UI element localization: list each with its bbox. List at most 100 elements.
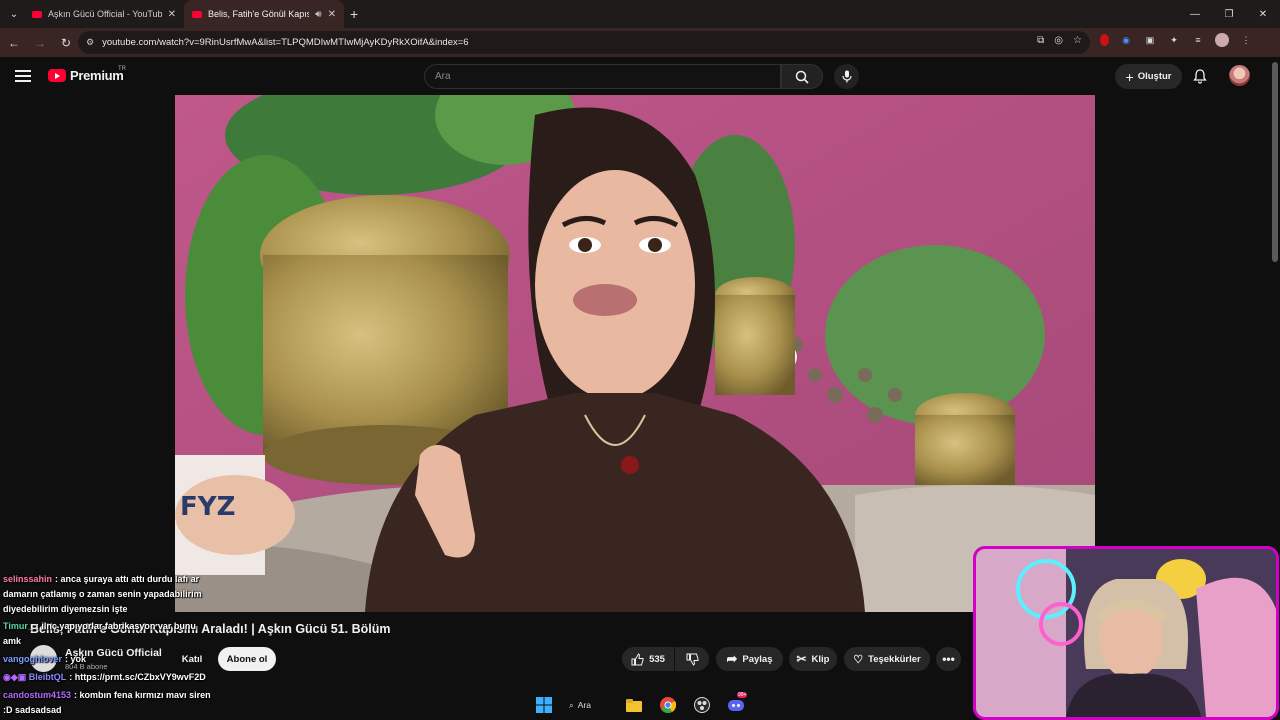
taskbar-search-label: Ara [577, 700, 591, 710]
search-input[interactable]: Ara [424, 64, 781, 89]
chat-line: ◉◆▣ BleibtQL: https://prnt.sc/CZbxVY9wvF… [3, 670, 206, 685]
like-button[interactable]: 535 [622, 647, 674, 671]
bookmark-star-icon[interactable]: ☆ [1073, 35, 1082, 46]
chat-text: amk [3, 636, 22, 646]
thumbs-down-icon [686, 653, 698, 666]
extension-icons: ◉ ▣ ✦ ≡ ⋮ [1100, 33, 1253, 47]
discord-icon[interactable]: 99+ [727, 692, 748, 714]
windows-start-icon[interactable] [535, 696, 553, 714]
url-text: youtube.com/watch?v=9RinUsrfMwA&list=TLP… [102, 37, 469, 48]
site-info-icon[interactable]: ⚙ [86, 37, 94, 48]
chrome-icon[interactable] [659, 696, 677, 714]
chat-text: damarın çatlamış o zaman senin yapadabil… [3, 589, 202, 599]
windows-taskbar: ⌕ Ara 99+ [0, 690, 1280, 720]
youtube-header: Premium TR Ara + Oluştur [0, 57, 1280, 96]
browser-tab-bar: ⌄ Aşkın Gücü Official - YouTube ✕ Belis,… [0, 0, 1280, 28]
chat-text: : https://prnt.sc/CZbxVY9wvF2D [69, 672, 206, 682]
youtube-play-icon [48, 69, 66, 82]
more-actions-button[interactable]: ••• [936, 647, 961, 671]
like-count: 535 [649, 653, 665, 665]
chat-text: : yok [65, 654, 87, 664]
omnibox-actions: ⧉ ◎ ☆ [1037, 35, 1082, 46]
red-extension-icon[interactable] [1100, 34, 1109, 46]
chat-line: diyedebilirim diyemezsin işte [3, 602, 128, 617]
audio-extension-icon[interactable]: ◉ [1119, 33, 1133, 47]
chat-user: selinssahin [3, 574, 53, 584]
share-arrow-icon: ➦ [726, 651, 738, 666]
share-label: Paylaş [742, 653, 773, 665]
url-field[interactable]: ⚙ youtube.com/watch?v=9RinUsrfMwA&list=T… [78, 31, 1090, 54]
microphone-icon [841, 70, 852, 83]
shield-extension-icon[interactable]: ▣ [1143, 33, 1157, 47]
chat-text: : anca şuraya attı attı durdu lafı ar [55, 574, 200, 584]
chat-line: Timur_: ilnç yapıyorlar fabrikasyon var … [3, 619, 196, 634]
notification-badge: 99+ [737, 692, 748, 698]
forward-arrow-icon[interactable]: → [28, 31, 52, 55]
minimize-icon[interactable]: — [1178, 0, 1212, 28]
back-arrow-icon[interactable]: ← [2, 31, 26, 55]
scissors-icon: ✂ [796, 652, 807, 666]
eye-slash-icon[interactable]: ◎ [1054, 35, 1063, 46]
dislike-button[interactable] [675, 647, 709, 671]
reading-list-icon[interactable]: ≡ [1191, 33, 1205, 47]
thanks-button[interactable]: ♡ Teşekkürler [844, 647, 930, 671]
chat-text: diyedebilirim diyemezsin işte [3, 604, 128, 614]
create-button[interactable]: + Oluştur [1115, 64, 1182, 89]
thumbs-up-icon [631, 652, 644, 665]
chat-line: vangoghlover: yok [3, 652, 86, 667]
tab-list-chevron-icon[interactable]: ⌄ [4, 4, 24, 24]
heart-dollar-icon: ♡ [853, 653, 864, 666]
taskbar-search[interactable]: ⌕ Ara [569, 700, 609, 711]
tab-title: Aşkın Gücü Official - YouTube [48, 9, 162, 19]
subscribe-button[interactable]: Abone ol [218, 647, 276, 671]
chat-user: BleibtQL [28, 672, 67, 682]
profile-avatar-icon[interactable] [1215, 33, 1229, 47]
cast-icon[interactable]: ⧉ [1037, 35, 1044, 46]
join-button[interactable]: Katıl [173, 647, 211, 671]
youtube-premium-logo[interactable]: Premium TR [48, 66, 126, 83]
tab-title: Belis, Fatih'e Gönül Kapısını [208, 9, 310, 19]
thanks-label: Teşekkürler [868, 653, 921, 665]
reload-icon[interactable]: ↻ [54, 31, 78, 55]
puzzle-icon[interactable]: ✦ [1167, 33, 1181, 47]
obs-icon[interactable] [693, 696, 711, 714]
address-bar-row: ← → ↻ ⚙ youtube.com/watch?v=9RinUsrfMwA&… [0, 28, 1280, 57]
svg-text:FYZ: FYZ [180, 492, 235, 522]
search-button[interactable] [781, 64, 823, 89]
voice-search-button[interactable] [834, 64, 859, 89]
close-tab-icon[interactable]: ✕ [328, 9, 336, 20]
close-tab-icon[interactable]: ✕ [168, 9, 176, 20]
browser-tab[interactable]: Aşkın Gücü Official - YouTube ✕ [24, 0, 184, 28]
new-tab-button[interactable]: + [350, 6, 358, 22]
close-window-icon[interactable]: ✕ [1246, 0, 1280, 28]
kebab-menu-icon[interactable]: ⋮ [1239, 33, 1253, 47]
logo-text: Premium [70, 68, 124, 83]
search-icon: ⌕ [569, 699, 574, 710]
join-label: Katıl [181, 653, 203, 665]
chat-user: Timur_ [3, 621, 33, 631]
file-explorer-icon[interactable] [625, 696, 643, 714]
notifications-bell-icon[interactable] [1191, 67, 1209, 85]
plus-icon: + [1125, 68, 1134, 85]
user-avatar[interactable] [1229, 65, 1250, 86]
youtube-favicon-icon [32, 10, 42, 18]
restore-icon[interactable]: ❐ [1212, 0, 1246, 28]
share-button[interactable]: ➦ Paylaş [716, 647, 783, 671]
page-scrollbar[interactable] [1272, 62, 1278, 262]
search-icon [795, 70, 809, 84]
chat-badge-icons: ◉◆▣ [3, 672, 29, 682]
video-player[interactable]: FYZ [175, 95, 1095, 612]
chat-text: : ilnç yapıyorlar fabrikasyon var bunu [35, 621, 196, 631]
more-horiz-icon: ••• [942, 652, 955, 666]
chat-line: amk [3, 634, 21, 649]
speaker-icon[interactable]: 🔊︎ [315, 9, 321, 20]
browser-tab-active[interactable]: Belis, Fatih'e Gönül Kapısını 🔊︎ ✕ [184, 0, 344, 28]
subscribe-label: Abone ol [226, 653, 268, 665]
clip-button[interactable]: ✂ Klip [789, 647, 837, 671]
chat-user: vangoghlover [3, 654, 63, 664]
youtube-favicon-icon [192, 10, 202, 18]
window-controls: — ❐ ✕ [1178, 0, 1280, 28]
create-label: Oluştur [1137, 71, 1172, 82]
hamburger-menu-icon[interactable] [14, 67, 32, 85]
clip-label: Klip [811, 653, 830, 665]
